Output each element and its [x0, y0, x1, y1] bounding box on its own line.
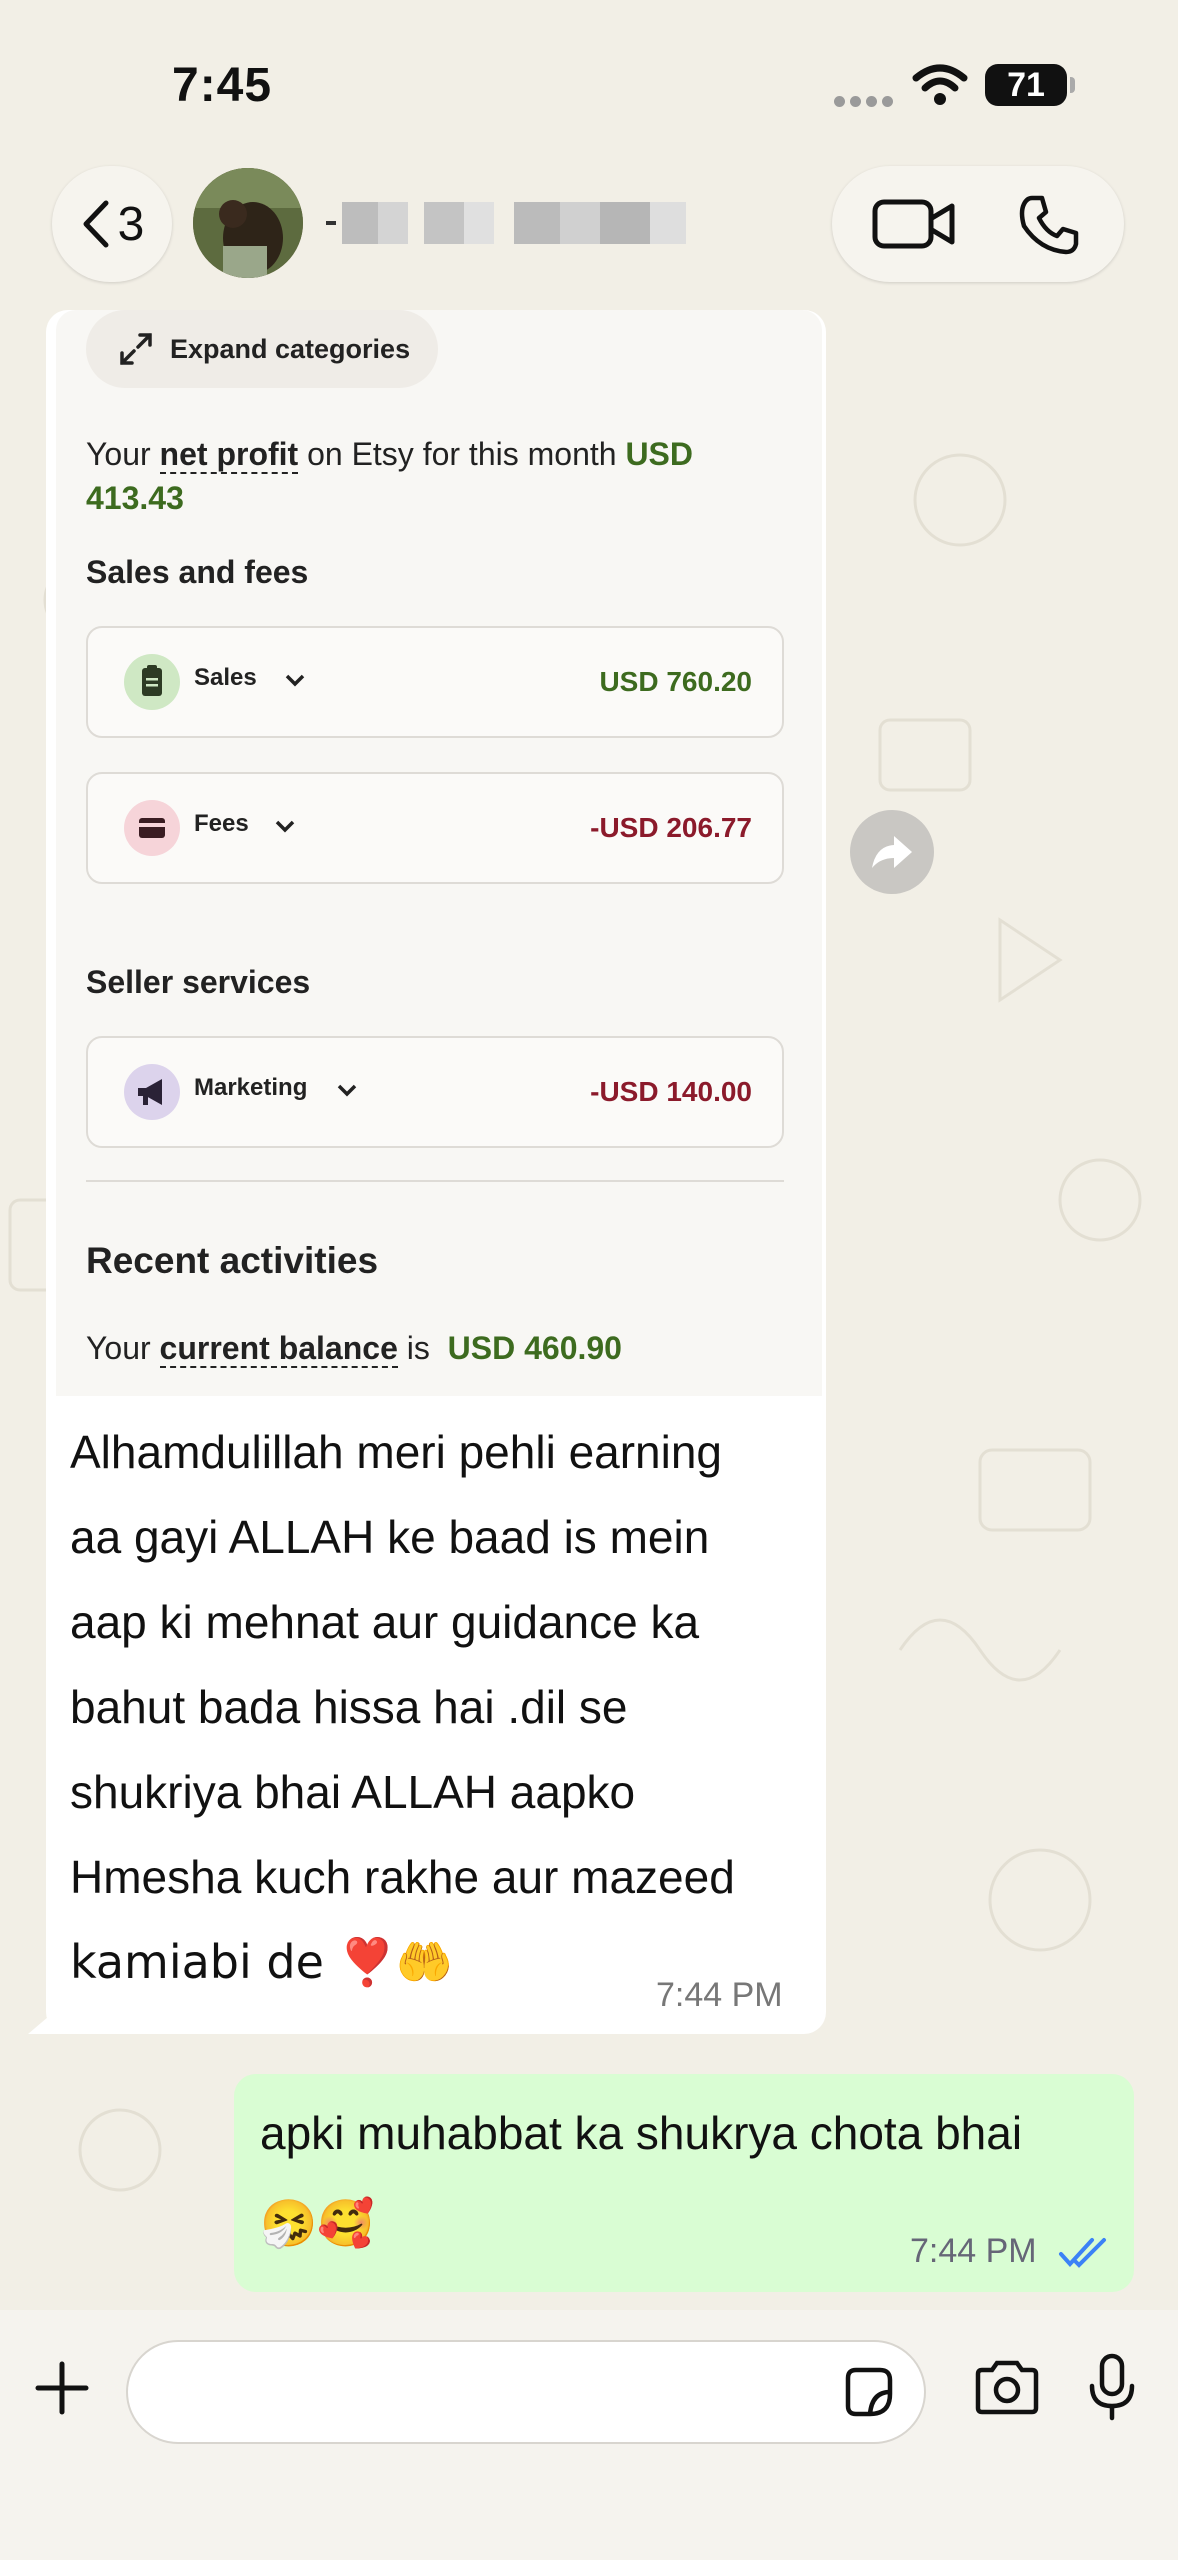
- unread-count: 3: [117, 197, 145, 251]
- video-call-icon[interactable]: [872, 196, 956, 252]
- credit-card-icon: [124, 800, 180, 856]
- battery-indicator: 71: [985, 64, 1075, 106]
- profit-prefix: Your: [86, 436, 160, 472]
- message-line: shukriya bhai ALLAH aapko: [70, 1766, 636, 1818]
- message-input[interactable]: [126, 2340, 926, 2444]
- expand-categories-label: Expand categories: [170, 333, 411, 364]
- message-line: apki muhabbat ka shukrya chota bhai: [260, 2107, 1023, 2159]
- outgoing-timestamp: 7:44 PM: [910, 2232, 1037, 2270]
- signal-dots-icon: [834, 94, 898, 112]
- back-button[interactable]: 3: [52, 166, 172, 282]
- marketing-row: Marketing -USD 140.00: [86, 1036, 784, 1148]
- marketing-amount: -USD 140.00: [590, 1076, 752, 1107]
- message-line: aap ki mehnat aur guidance ka: [70, 1596, 700, 1648]
- profit-middle: on Etsy for this month: [298, 436, 626, 472]
- fees-label: Fees: [194, 810, 249, 837]
- balance-mid: is: [397, 1330, 439, 1366]
- sales-row: Sales USD 760.20: [86, 626, 784, 738]
- sales-amount: USD 760.20: [599, 666, 752, 697]
- forward-arrow-icon: [872, 836, 912, 868]
- message-line: bahut bada hissa hai .dil se: [70, 1681, 628, 1733]
- current-balance-amount: USD 460.90: [447, 1330, 622, 1366]
- incoming-message-text: Alhamdulillah meri pehli earning aa gayi…: [70, 1410, 810, 2005]
- chevron-left-icon: [83, 200, 109, 248]
- message-line: Alhamdulillah meri pehli earning: [70, 1426, 723, 1478]
- sticker-icon[interactable]: [840, 2364, 896, 2420]
- chevron-down-icon: [275, 820, 295, 833]
- megaphone-icon: [124, 1064, 180, 1120]
- sales-fees-heading: Sales and fees: [86, 554, 309, 590]
- divider: [86, 1180, 784, 1182]
- phone-call-icon[interactable]: [1018, 194, 1080, 256]
- net-profit-text: Your net profit on Etsy for this month U…: [86, 432, 786, 520]
- sales-label: Sales: [194, 664, 257, 691]
- contact-name[interactable]: [326, 198, 718, 248]
- seller-services-heading: Seller services: [86, 964, 311, 1000]
- incoming-timestamp: 7:44 PM: [656, 1976, 783, 2014]
- call-actions: [832, 166, 1124, 282]
- marketing-label: Marketing: [194, 1074, 308, 1101]
- current-balance-text: Your current balance is USD 460.90: [86, 1330, 622, 1368]
- expand-categories-chip: Expand categories: [86, 310, 438, 388]
- avatar[interactable]: [193, 168, 303, 278]
- chevron-down-icon: [285, 674, 305, 687]
- status-time: 7:45: [172, 59, 273, 112]
- wifi-icon: [912, 64, 968, 105]
- fees-row: Fees -USD 206.77: [86, 772, 784, 884]
- shared-image[interactable]: Expand categories Your net profit on Ets…: [56, 310, 822, 1396]
- message-line: aa gayi ALLAH ke baad is mein: [70, 1511, 710, 1563]
- expand-arrows-icon: [120, 333, 152, 365]
- read-double-check-icon: [1059, 2238, 1106, 2268]
- forward-button[interactable]: [850, 810, 934, 894]
- balance-prefix: Your: [86, 1330, 160, 1366]
- plus-icon[interactable]: [32, 2358, 92, 2418]
- battery-level: 71: [1007, 66, 1045, 104]
- clipboard-icon: [124, 654, 180, 710]
- current-balance-link: current balance: [159, 1330, 398, 1368]
- camera-icon[interactable]: [974, 2360, 1040, 2416]
- chevron-down-icon: [337, 1084, 357, 1097]
- fees-amount: -USD 206.77: [590, 812, 752, 843]
- message-line: Hmesha kuch rakhe aur mazeed: [70, 1851, 735, 1903]
- net-profit-link: net profit: [159, 436, 299, 474]
- recent-activities-heading: Recent activities: [86, 1240, 379, 1281]
- microphone-icon[interactable]: [1088, 2352, 1136, 2422]
